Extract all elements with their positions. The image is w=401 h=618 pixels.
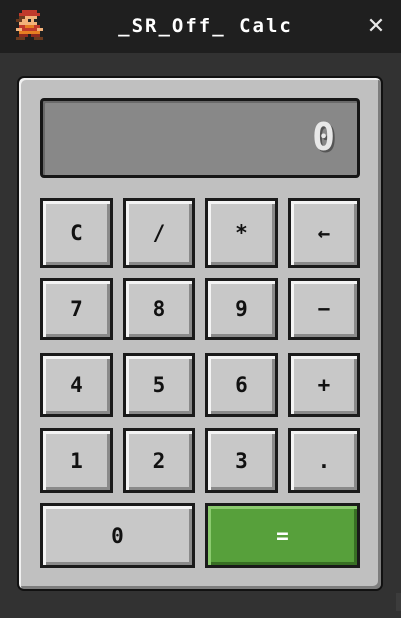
subtract-button[interactable]: − (288, 278, 360, 340)
decimal-button[interactable]: . (288, 428, 360, 493)
display-value: 0 (312, 115, 335, 159)
digit-3-button[interactable]: 3 (205, 428, 278, 493)
digit-7-button[interactable]: 7 (40, 278, 113, 340)
title-bar: _SR_Off_ Calc ✕ (0, 0, 401, 53)
calculator-display: 0 (40, 98, 360, 178)
digit-5-button[interactable]: 5 (123, 353, 195, 417)
window-edge-gutter (396, 593, 401, 611)
digit-9-button[interactable]: 9 (205, 278, 278, 340)
backspace-button[interactable]: ← (288, 198, 360, 268)
digit-8-button[interactable]: 8 (123, 278, 195, 340)
close-icon[interactable]: ✕ (360, 13, 392, 41)
digit-6-button[interactable]: 6 (205, 353, 278, 417)
divide-button[interactable]: / (123, 198, 195, 268)
digit-2-button[interactable]: 2 (123, 428, 195, 493)
pixel-character-icon (13, 10, 46, 43)
digit-4-button[interactable]: 4 (40, 353, 113, 417)
equals-button[interactable]: = (205, 503, 360, 568)
clear-button[interactable]: C (40, 198, 113, 268)
multiply-button[interactable]: * (205, 198, 278, 268)
add-button[interactable]: + (288, 353, 360, 417)
window-title: _SR_Off_ Calc (118, 15, 293, 37)
digit-1-button[interactable]: 1 (40, 428, 113, 493)
digit-0-button[interactable]: 0 (40, 503, 195, 568)
